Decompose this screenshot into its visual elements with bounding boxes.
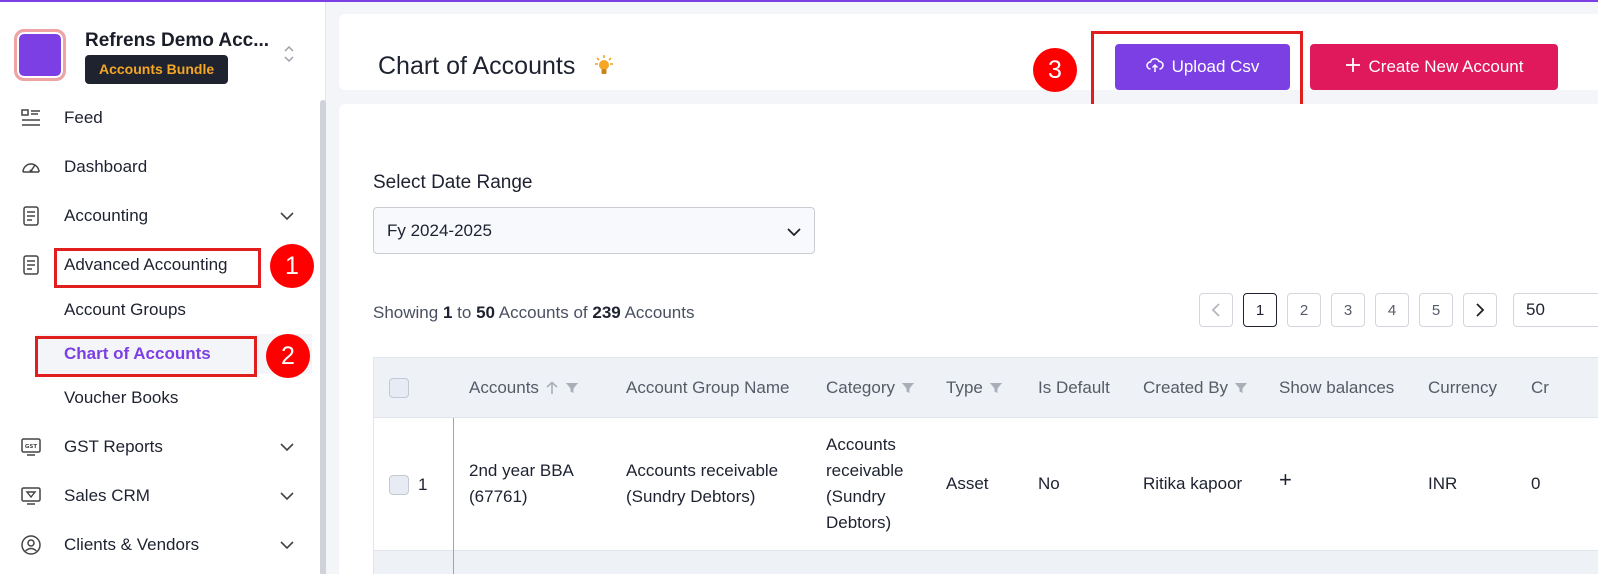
sidebar-item-label: Clients & Vendors <box>64 535 200 554</box>
cr-cell: 0 <box>1531 474 1541 493</box>
dashboard-gauge-icon <box>20 156 42 178</box>
sidebar: Refrens Demo Acc... Accounts Bundle Feed… <box>0 2 326 574</box>
callout-box-chart-of-accounts <box>35 336 257 377</box>
user-circle-icon <box>20 534 42 556</box>
page-button-4[interactable]: 4 <box>1375 293 1409 327</box>
table-row[interactable]: 1 2nd year BBA (67761) Accounts receivab… <box>373 418 1598 551</box>
page-button-3[interactable]: 3 <box>1331 293 1365 327</box>
column-currency[interactable]: Currency <box>1428 378 1497 398</box>
sidebar-item-dashboard[interactable]: Dashboard <box>0 147 320 187</box>
switch-org-chevrons-icon[interactable] <box>282 43 296 65</box>
results-summary: Showing 1 to 50 Accounts of 239 Accounts <box>373 303 695 322</box>
currency-cell: INR <box>1428 474 1458 493</box>
page-size-select[interactable]: 50 <box>1513 293 1598 327</box>
sticky-column-divider <box>453 418 454 574</box>
show-balances-plus-button[interactable]: + <box>1279 467 1292 493</box>
page-title: Chart of Accounts <box>378 52 576 80</box>
create-new-account-button[interactable]: Create New Account <box>1310 44 1558 90</box>
account-group-cell: Accounts receivable (Sundry Debtors) <box>626 461 779 506</box>
create-new-account-label: Create New Account <box>1368 57 1524 76</box>
page-button-1[interactable]: 1 <box>1243 293 1277 327</box>
sidebar-item-label: GST Reports <box>64 437 163 456</box>
column-created-by[interactable]: Created By <box>1143 378 1248 398</box>
chevron-down-icon[interactable] <box>279 537 295 553</box>
chevron-down-icon[interactable] <box>279 208 295 224</box>
filter-icon <box>1235 383 1248 393</box>
next-page-button[interactable] <box>1463 293 1497 327</box>
org-logo <box>14 29 66 81</box>
sidebar-item-feed[interactable]: Feed <box>0 98 320 138</box>
sidebar-item-label: Dashboard <box>64 157 148 176</box>
type-cell: Asset <box>946 474 989 493</box>
filter-icon <box>901 383 914 393</box>
column-is-default[interactable]: Is Default <box>1038 378 1110 398</box>
plan-badge: Accounts Bundle <box>85 55 229 84</box>
gst-icon: GST <box>20 436 42 458</box>
org-name: Refrens Demo Acc... <box>85 30 270 51</box>
svg-text:GST: GST <box>25 444 37 450</box>
sort-ascending-icon <box>546 381 558 394</box>
prev-page-button[interactable] <box>1199 293 1233 327</box>
sidebar-item-label: Feed <box>64 108 103 127</box>
category-cell: Accounts receivable (Sundry Debtors) <box>826 435 904 532</box>
callout-box-upload-csv <box>1091 31 1303 108</box>
sidebar-item-accounting[interactable]: Accounting <box>0 196 320 236</box>
column-show-balances[interactable]: Show balances <box>1279 378 1394 398</box>
feed-icon <box>20 107 42 129</box>
chevron-right-icon <box>1476 303 1485 317</box>
sidebar-item-clients-vendors[interactable]: Clients & Vendors <box>0 525 320 565</box>
date-range-select[interactable]: Fy 2024-2025 <box>373 207 815 254</box>
document-icon <box>20 254 42 276</box>
callout-number: 1 <box>270 244 314 288</box>
date-range-label: Select Date Range <box>373 172 533 193</box>
created-by-cell: Ritika kapoor <box>1143 474 1243 493</box>
callout-box-advanced-accounting <box>54 248 261 288</box>
column-account-group-name[interactable]: Account Group Name <box>626 378 789 398</box>
chevron-down-icon[interactable] <box>279 439 295 455</box>
sidebar-scrollbar[interactable] <box>320 100 326 574</box>
table-row[interactable] <box>373 551 1598 574</box>
chevron-down-icon <box>786 224 802 240</box>
filter-icon <box>989 383 1002 393</box>
sidebar-item-label: Sales CRM <box>64 486 150 505</box>
date-range-value: Fy 2024-2025 <box>387 221 492 240</box>
account-name-cell[interactable]: 2nd year BBA (67761) <box>469 458 574 510</box>
select-all-checkbox[interactable] <box>389 378 409 398</box>
sidebar-item-gst-reports[interactable]: GST GST Reports <box>0 427 320 467</box>
sidebar-item-label: Accounting <box>64 206 149 225</box>
crm-funnel-icon <box>20 485 42 507</box>
sidebar-item-sales-crm[interactable]: Sales CRM <box>0 476 320 516</box>
column-cr[interactable]: Cr <box>1531 378 1549 398</box>
chevron-left-icon <box>1211 303 1220 317</box>
column-accounts[interactable]: Accounts <box>469 378 579 398</box>
chevron-down-icon[interactable] <box>279 488 295 504</box>
page-button-5[interactable]: 5 <box>1419 293 1453 327</box>
callout-number: 2 <box>266 334 310 378</box>
callout-number: 3 <box>1033 48 1077 92</box>
sidebar-subitem-voucher-books[interactable]: Voucher Books <box>64 388 178 408</box>
org-switcher[interactable]: Refrens Demo Acc... Accounts Bundle <box>14 29 314 85</box>
is-default-cell: No <box>1038 474 1060 493</box>
page-button-2[interactable]: 2 <box>1287 293 1321 327</box>
table-header: Accounts Account Group Name Category Typ… <box>373 357 1598 418</box>
filter-icon <box>565 383 578 393</box>
lightbulb-icon[interactable] <box>592 54 616 78</box>
document-icon <box>20 205 42 227</box>
row-index: 1 <box>418 475 428 494</box>
column-type[interactable]: Type <box>946 378 1003 398</box>
plus-icon <box>1345 57 1361 78</box>
sidebar-subitem-account-groups[interactable]: Account Groups <box>64 300 186 320</box>
column-category[interactable]: Category <box>826 378 915 398</box>
row-checkbox[interactable] <box>389 475 409 495</box>
